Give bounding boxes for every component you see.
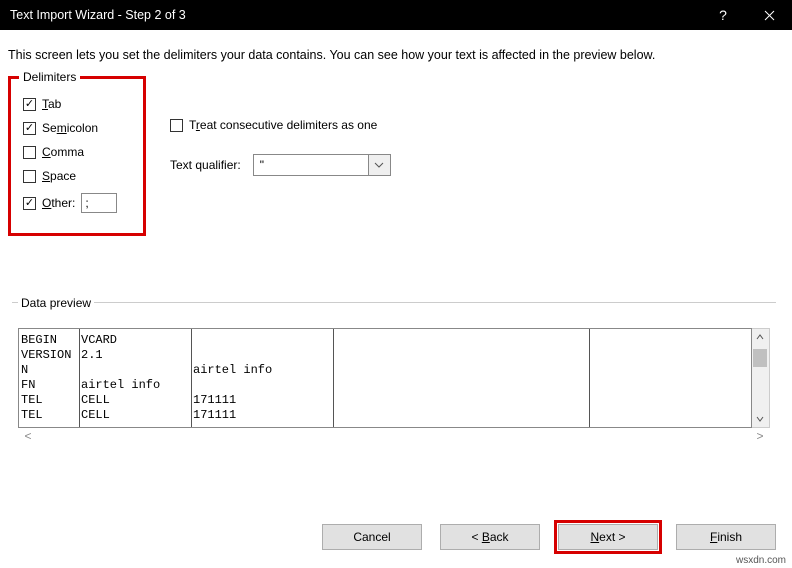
delimiter-other-label[interactable]: Other: <box>42 196 75 210</box>
table-cell: airtel info <box>81 378 160 393</box>
scroll-down-icon[interactable] <box>752 411 768 427</box>
delimiter-comma-checkbox[interactable] <box>23 146 36 159</box>
delimiter-space-checkbox[interactable] <box>23 170 36 183</box>
close-button[interactable] <box>746 0 792 30</box>
table-cell: airtel info <box>193 363 272 378</box>
delimiters-legend: Delimiters <box>19 70 80 84</box>
delimiter-semicolon-checkbox[interactable] <box>23 122 36 135</box>
table-cell: VCARD <box>81 333 117 348</box>
table-cell: FN <box>21 378 35 393</box>
data-preview-fieldset: Data preview BEGIN VCARD VERSION 2.1 Nairtel… <box>12 296 776 452</box>
delimiter-other-input[interactable] <box>81 193 117 213</box>
watermark: wsxdn.com <box>736 555 786 566</box>
delimiter-space-label[interactable]: Space <box>42 169 76 183</box>
scroll-right-icon[interactable]: > <box>752 428 768 444</box>
data-preview-vscroll[interactable] <box>752 328 770 428</box>
data-preview-legend: Data preview <box>18 296 94 310</box>
delimiters-fieldset: Delimiters Tab Semicolon Comma Space Oth… <box>8 76 146 236</box>
finish-button[interactable]: Finish <box>676 524 776 550</box>
data-preview-table: BEGIN VCARD VERSION 2.1 Nairtel info FN airtel… <box>18 328 752 428</box>
table-cell: TEL <box>21 408 43 423</box>
table-cell: N <box>21 363 28 378</box>
scroll-up-icon[interactable] <box>752 329 768 345</box>
next-button[interactable]: Next > <box>558 524 658 550</box>
text-qualifier-label: Text qualifier: <box>170 158 241 172</box>
delimiter-tab-label[interactable]: Tab <box>42 97 61 111</box>
window-title: Text Import Wizard - Step 2 of 3 <box>10 8 186 22</box>
help-button[interactable]: ? <box>700 0 746 30</box>
back-button[interactable]: < Back <box>440 524 540 550</box>
delimiter-other-checkbox[interactable] <box>23 197 36 210</box>
table-cell: 2.1 <box>81 348 103 363</box>
data-preview-hscroll[interactable]: < > <box>18 428 770 446</box>
delimiter-comma-label[interactable]: Comma <box>42 145 84 159</box>
treat-consecutive-label[interactable]: Treat consecutive delimiters as one <box>189 118 377 132</box>
delimiter-semicolon-label[interactable]: Semicolon <box>42 121 98 135</box>
text-qualifier-dropdown-button[interactable] <box>369 154 391 176</box>
table-cell: TEL <box>21 393 43 408</box>
text-qualifier-value[interactable]: " <box>253 154 369 176</box>
cancel-button[interactable]: Cancel <box>322 524 422 550</box>
table-cell: 171111 <box>193 408 236 423</box>
titlebar: Text Import Wizard - Step 2 of 3 ? <box>0 0 792 30</box>
scroll-left-icon[interactable]: < <box>20 428 36 444</box>
table-cell: CELL <box>81 393 110 408</box>
table-cell: BEGIN <box>21 333 57 348</box>
table-cell: 171111 <box>193 393 236 408</box>
scroll-thumb[interactable] <box>753 349 767 367</box>
table-cell: CELL <box>81 408 110 423</box>
table-cell: VERSION <box>21 348 71 363</box>
delimiter-tab-checkbox[interactable] <box>23 98 36 111</box>
treat-consecutive-checkbox[interactable] <box>170 119 183 132</box>
wizard-description: This screen lets you set the delimiters … <box>8 48 780 62</box>
